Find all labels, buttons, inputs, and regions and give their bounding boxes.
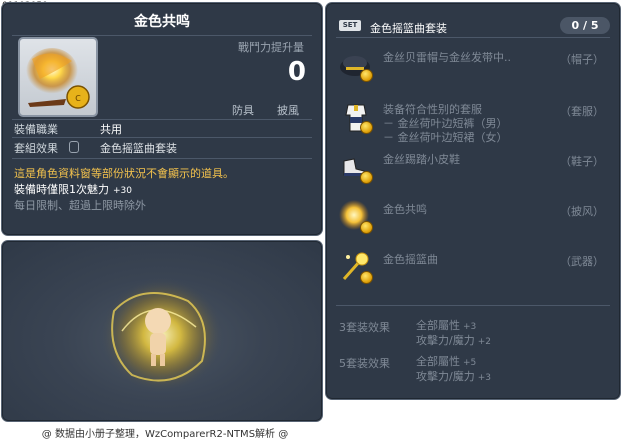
job-label: 裝備職業 [14,123,58,136]
item-title: 金色共鸣 [134,14,190,30]
set-item-hat[interactable]: 金丝贝雷帽与金丝发带中.. （帽子） [326,47,620,89]
set-effect-5-lines: 全部屬性 +5 攻擊力/魔力 +3 [416,355,491,385]
effect-text: 攻擊力/魔力 [416,334,475,347]
limit-text: 每日限制、超過上限時除外 [14,199,146,212]
tap-shoes-icon [338,149,374,185]
stat-value: +30 [113,186,132,196]
character-preview [100,277,224,393]
item-icon-frame: c [18,37,98,117]
set-effect-5-label: 5套装效果 [339,357,390,370]
set-badge: SET [339,20,361,31]
set-item-category: （帽子） [560,53,604,66]
item-tooltip-panel: 金色共鸣 c 戰鬥力提升量 0 防具 披風 裝備職業 共用 套組效果 金色摇篮曲… [1,2,323,236]
tag-armor: 防具 [232,104,254,117]
divider [12,158,312,159]
power-label: 戰鬥力提升量 [238,41,304,54]
wand-icon [338,249,374,285]
effect-value: +2 [477,337,491,347]
divider [336,37,610,38]
outfit-icon [338,99,374,135]
job-value: 共用 [100,123,122,136]
set-effect-value[interactable]: 金色摇篮曲套装 [100,140,177,156]
set-item-category: （套服） [560,105,604,118]
beret-hat-icon [338,47,374,83]
set-item-name: 金丝踢踏小皮鞋 [383,153,460,166]
tag-cape: 披風 [277,104,299,117]
set-effect-label: 套組效果 [14,142,58,155]
power-value: 0 [287,57,306,87]
divider [12,119,312,120]
notice-text: 這是角色資料窗等部份狀況不會顯示的道具。 [14,167,234,180]
set-name: 金色摇篮曲套装 [370,22,447,35]
effect-value: +3 [463,322,477,332]
stat-line: 裝備時僅限1次魅力 +30 [14,181,132,197]
set-count: 0 / 5 [560,17,610,34]
effect-text: 攻擊力/魔力 [416,370,475,383]
avatar-preview-panel [1,240,323,422]
divider [12,137,312,138]
golden-resonance-icon [338,199,374,235]
set-item-shoes[interactable]: 金丝踢踏小皮鞋 （鞋子） [326,149,620,191]
set-info-panel: SET 金色摇篮曲套装 0 / 5 金丝贝雷帽与金丝发带中.. （帽子） 装备符… [325,2,621,400]
set-item-category: （武器） [560,255,604,268]
stat-text: 裝備時僅限1次魅力 [14,183,109,196]
effect-text: 全部屬性 [416,319,460,332]
set-item-name: 装备符合性别的套服 [383,103,482,116]
set-effect-3-lines: 全部屬性 +3 攻擊力/魔力 +2 [416,319,491,349]
svg-text:c: c [75,91,81,104]
title-divider [12,35,312,36]
golden-resonance-icon: c [26,48,90,109]
effect-value: +5 [463,358,477,368]
set-effect-3-label: 3套装效果 [339,321,390,334]
set-item-outfit[interactable]: 装备符合性别的套服 － 金丝荷叶边短裤（男） － 金丝荷叶边短裙（女） （套服） [326,99,620,144]
set-item-name: 金丝贝雷帽与金丝发带中.. [383,51,511,64]
set-item-sub: － 金丝荷叶边短裤（男） [383,117,508,130]
effect-value: +3 [477,373,491,383]
set-item-name: 金色共鸣 [383,203,427,216]
set-item-weapon[interactable]: 金色摇篮曲 （武器） [326,249,620,291]
lock-icon [69,141,79,153]
footer-credit: @ 数据由小册子整理，WzComparerR2-NTMS解析 @ [41,429,289,440]
effect-text: 全部屬性 [416,355,460,368]
set-item-category: （鞋子） [560,155,604,168]
set-item-cape[interactable]: 金色共鸣 （披风） [326,199,620,241]
set-item-name: 金色摇篮曲 [383,253,438,266]
set-item-sub: － 金丝荷叶边短裙（女） [383,131,508,144]
divider [336,305,610,306]
set-item-category: （披风） [560,205,604,218]
